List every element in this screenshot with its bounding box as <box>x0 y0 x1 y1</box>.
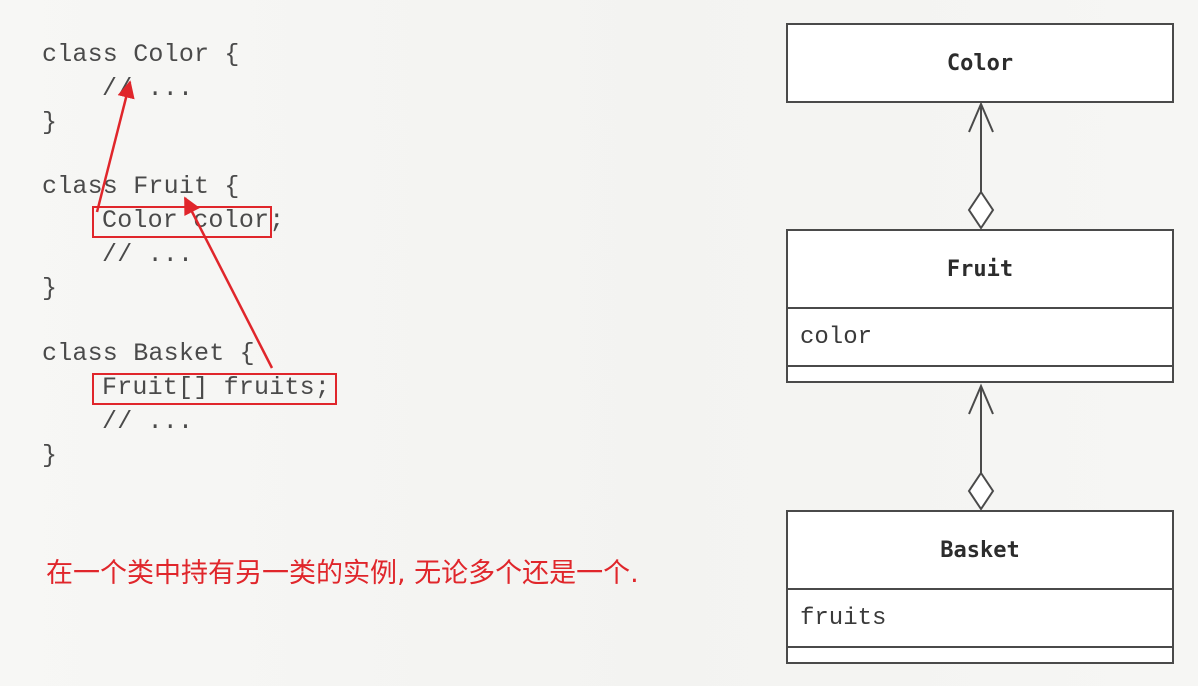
code-line-fruit-comment: // ... <box>102 240 194 269</box>
code-line-fruit-close: } <box>42 274 58 303</box>
uml-class-basket-attribute: fruits <box>800 604 887 632</box>
uml-class-fruit-name: Fruit <box>946 256 1014 282</box>
code-line-basket-close: } <box>42 441 58 470</box>
code-line-color-comment: // ... <box>102 74 194 103</box>
uml-class-basket: Basket fruits <box>786 510 1174 664</box>
fruits-field-highlight-box <box>92 373 337 405</box>
uml-class-basket-operations <box>788 648 1172 662</box>
color-field-highlight-box <box>92 206 272 238</box>
code-line-class-fruit: class Fruit { <box>42 172 240 201</box>
uml-class-fruit-operations <box>788 367 1172 381</box>
code-line-color-close: } <box>42 108 58 137</box>
uml-class-basket-name: Basket <box>940 537 1020 563</box>
caption-note: 在一个类中持有另一类的实例, 无论多个还是一个. <box>46 558 639 589</box>
code-line-class-color: class Color { <box>42 40 240 69</box>
uml-class-color: Color <box>786 23 1174 103</box>
code-panel: class Color { // ... } class Fruit { Col… <box>0 0 740 686</box>
code-line-basket-comment: // ... <box>102 407 194 436</box>
uml-class-fruit-attribute: color <box>800 323 873 351</box>
code-line-class-basket: class Basket { <box>42 339 255 368</box>
uml-class-color-name: Color <box>946 50 1014 76</box>
uml-class-fruit: Fruit color <box>786 229 1174 383</box>
